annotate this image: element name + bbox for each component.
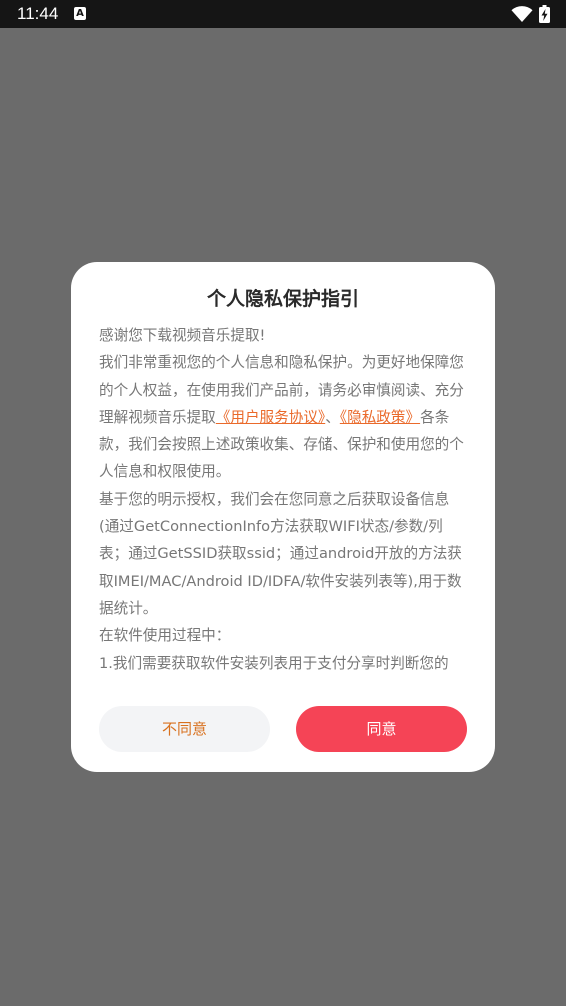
wifi-icon — [511, 6, 533, 22]
disagree-button[interactable]: 不同意 — [99, 706, 270, 752]
dialog-body[interactable]: 感谢您下载视频音乐提取! 我们非常重视您的个人信息和隐私保护。为更好地保障您的个… — [99, 322, 467, 674]
usage-item-text: 1.我们需要获取软件安装列表用于支付分享时判断您的 — [99, 654, 449, 672]
status-bar: 11:44 A — [0, 0, 566, 28]
dialog-title: 个人隐私保护指引 — [206, 288, 359, 310]
user-agreement-link[interactable]: 《用户服务协议》 — [216, 409, 325, 426]
device-info-text: 基于您的明示授权，我们会在您同意之后获取设备信息(通过GetConnection… — [99, 490, 462, 617]
privacy-policy-link[interactable]: 《隐私政策》 — [340, 409, 420, 426]
status-time: 11:44 — [17, 4, 59, 23]
separator-text: 、 — [325, 408, 340, 426]
a-notification-icon: A — [74, 7, 86, 20]
battery-charging-icon — [539, 5, 550, 23]
privacy-intro-paragraph: 我们非常重视您的个人信息和隐私保护。为更好地保障您的个人权益，在使用我们产品前，… — [99, 349, 467, 485]
agree-button[interactable]: 同意 — [296, 706, 467, 752]
usage-heading-text: 在软件使用过程中： — [99, 627, 231, 645]
welcome-text: 感谢您下载视频音乐提取! — [99, 327, 266, 344]
privacy-dialog: 个人隐私保护指引 感谢您下载视频音乐提取! 我们非常重视您的个人信息和隐私保护。… — [71, 262, 495, 772]
